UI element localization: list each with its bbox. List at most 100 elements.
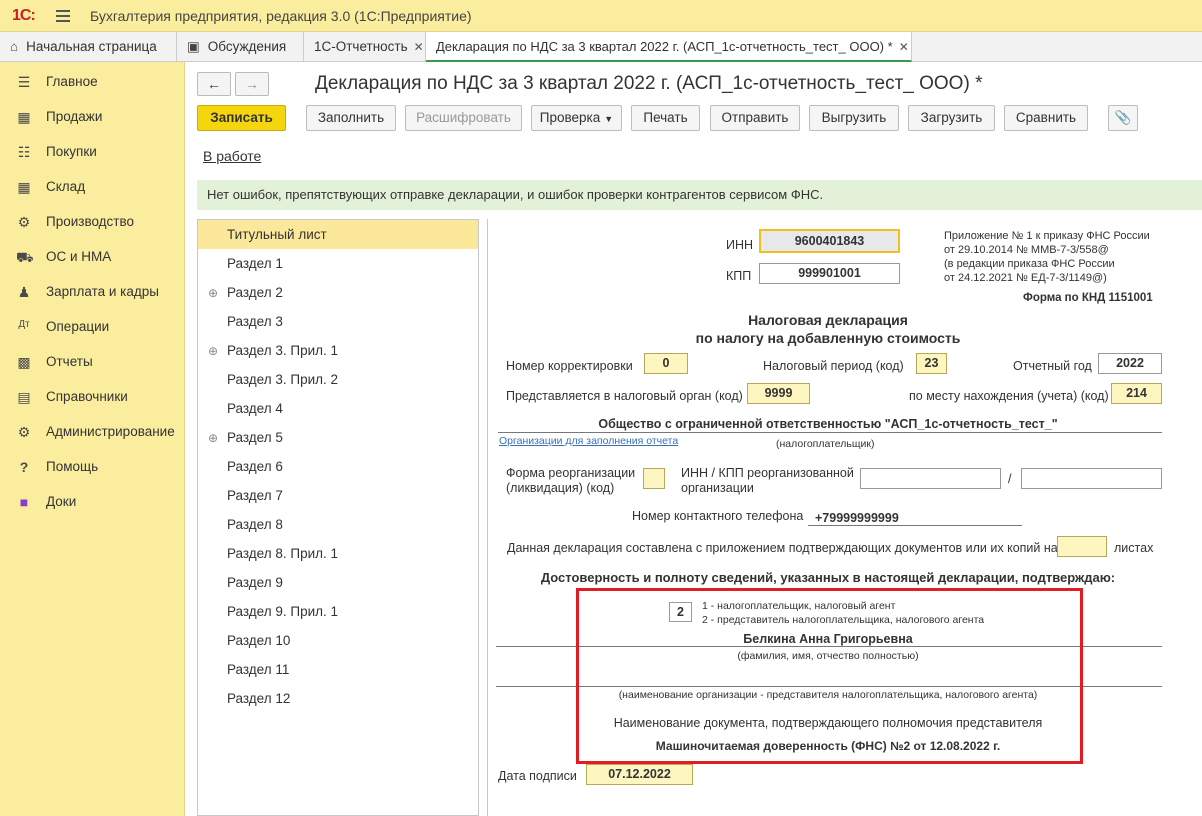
pages-field[interactable]: [1057, 536, 1107, 557]
heading-1: Налоговая декларация: [748, 312, 908, 328]
tree-item-label: Раздел 8: [227, 517, 283, 532]
sidebar-item-administration[interactable]: ⚙ Администрирование: [0, 424, 185, 459]
tree-item[interactable]: Раздел 3. Прил. 2: [198, 365, 478, 394]
slash-separator: /: [1008, 472, 1012, 486]
tree-item[interactable]: Раздел 9. Прил. 1: [198, 597, 478, 626]
bar-chart-icon: ▩: [17, 354, 31, 370]
tab-label: Декларация по НДС за 3 квартал 2022 г. (…: [436, 39, 893, 54]
reorg-inn-field[interactable]: [860, 468, 1001, 489]
sidebar-item-help[interactable]: ? Помощь: [0, 459, 185, 494]
tree-item-label: Раздел 4: [227, 401, 283, 416]
tree-item[interactable]: Раздел 9: [198, 568, 478, 597]
export-button[interactable]: Выгрузить: [809, 105, 899, 131]
attach-button[interactable]: 📎: [1108, 105, 1138, 131]
close-icon[interactable]: ✕: [899, 40, 909, 54]
warehouse-icon: ▦: [17, 179, 31, 195]
folder-icon: ■: [19, 494, 29, 510]
reorg-kpp-field[interactable]: [1021, 468, 1162, 489]
sidebar-item-production[interactable]: ⚙ Производство: [0, 214, 185, 249]
tree-item[interactable]: Титульный лист: [198, 220, 478, 249]
print-button[interactable]: Печать: [631, 105, 700, 131]
operations-icon: Дт: [18, 319, 30, 330]
tree-item[interactable]: Раздел 4: [198, 394, 478, 423]
check-button[interactable]: Проверка ▼: [531, 105, 622, 131]
correction-label: Номер корректировки: [506, 359, 633, 373]
sidebar-item-warehouse[interactable]: ▦ Склад: [0, 179, 185, 214]
tree-item[interactable]: ⊕ Раздел 3. Прил. 1: [198, 336, 478, 365]
reorg-label-1: Форма реорганизации: [506, 466, 636, 480]
forward-button[interactable]: →: [235, 72, 269, 96]
compare-button[interactable]: Сравнить: [1004, 105, 1088, 131]
sidebar-item-fixed-assets[interactable]: ⛟ ОС и НМА: [0, 249, 185, 284]
tree-item-label: Раздел 10: [227, 633, 291, 648]
sidebar-item-docs[interactable]: ■ Доки: [0, 494, 185, 529]
sidebar-item-label: Главное: [46, 74, 98, 89]
date-field[interactable]: 07.12.2022: [586, 764, 693, 785]
period-label: Налоговый период (код): [763, 359, 904, 373]
reorg-field[interactable]: [643, 468, 665, 489]
tree-item[interactable]: Раздел 11: [198, 655, 478, 684]
sidebar-item-label: Производство: [46, 214, 135, 229]
close-icon[interactable]: ✕: [414, 40, 424, 54]
fill-button[interactable]: Заполнить: [306, 105, 396, 131]
tree-item[interactable]: Раздел 1: [198, 249, 478, 278]
cart-icon: ☷: [17, 144, 31, 160]
expand-icon[interactable]: ⊕: [208, 344, 218, 358]
send-button[interactable]: Отправить: [710, 105, 800, 131]
sidebar-item-label: ОС и НМА: [46, 249, 112, 264]
tree-item[interactable]: Раздел 8: [198, 510, 478, 539]
divider: [808, 525, 1022, 526]
reorg-inn-label-1: ИНН / КПП реорганизованной: [681, 466, 854, 480]
tree-item[interactable]: Раздел 10: [198, 626, 478, 655]
tab-declaration[interactable]: Декларация по НДС за 3 квартал 2022 г. (…: [426, 32, 912, 62]
sidebar-item-purchases[interactable]: ☷ Покупки: [0, 144, 185, 179]
truck-icon: ⛟: [16, 249, 34, 265]
tab-discussions[interactable]: ▣ Обсуждения: [177, 32, 304, 62]
sidebar-item-directories[interactable]: ▤ Справочники: [0, 389, 185, 424]
tree-item[interactable]: Раздел 8. Прил. 1: [198, 539, 478, 568]
sidebar-item-main[interactable]: ☰ Главное: [0, 74, 185, 109]
inn-field[interactable]: 9600401843: [759, 229, 900, 253]
period-field[interactable]: 23: [916, 353, 947, 374]
tree-item[interactable]: ⊕ Раздел 5: [198, 423, 478, 452]
expand-icon[interactable]: ⊕: [208, 431, 218, 445]
reorg-inn-label-2: организации: [681, 481, 754, 495]
tax-organ-field[interactable]: 9999: [747, 383, 810, 404]
place-field[interactable]: 214: [1111, 383, 1162, 404]
sidebar-item-reports[interactable]: ▩ Отчеты: [0, 354, 185, 389]
correction-field[interactable]: 0: [644, 353, 688, 374]
place-label: по месту нахождения (учета) (код): [909, 389, 1109, 403]
chat-icon: ▣: [187, 39, 200, 54]
org-link[interactable]: Организации для заполнения отчета: [499, 435, 678, 447]
sidebar-item-operations[interactable]: Дт Операции: [0, 319, 185, 354]
back-button[interactable]: ←: [197, 72, 231, 96]
expand-icon[interactable]: ⊕: [208, 286, 218, 300]
tree-item-label: Раздел 3. Прил. 1: [227, 343, 339, 358]
main-menu-icon[interactable]: [56, 10, 70, 22]
year-field[interactable]: 2022: [1098, 353, 1162, 374]
tree-item[interactable]: Раздел 3: [198, 307, 478, 336]
sidebar-item-label: Помощь: [46, 459, 99, 474]
sidebar-item-salary[interactable]: ♟ Зарплата и кадры: [0, 284, 185, 319]
sidebar-item-label: Доки: [46, 494, 77, 509]
tree-item[interactable]: Раздел 6: [198, 452, 478, 481]
page-title: Декларация по НДС за 3 квартал 2022 г. (…: [315, 73, 983, 94]
appendix-line-2: от 29.10.2014 № ММВ-7-3/558@: [944, 244, 1109, 256]
kpp-field[interactable]: 999901001: [759, 263, 900, 284]
tab-label: Обсуждения: [207, 39, 287, 54]
tab-reporting[interactable]: 1С-Отчетность ✕: [304, 32, 426, 62]
status-link[interactable]: В работе: [203, 148, 261, 164]
tree-item[interactable]: Раздел 7: [198, 481, 478, 510]
tab-home[interactable]: ⌂ Начальная страница: [0, 32, 177, 62]
phone-field[interactable]: +79999999999: [815, 511, 899, 525]
tree-item[interactable]: Раздел 12: [198, 684, 478, 713]
import-button[interactable]: Загрузить: [908, 105, 995, 131]
tree-item[interactable]: ⊕ Раздел 2: [198, 278, 478, 307]
confirm-heading: Достоверность и полноту сведений, указан…: [540, 570, 1116, 585]
question-icon: ?: [19, 459, 29, 475]
decode-button[interactable]: Расшифровать: [405, 105, 522, 131]
date-label: Дата подписи: [498, 769, 577, 783]
sidebar-item-sales[interactable]: ▦ Продажи: [0, 109, 185, 144]
save-button[interactable]: Записать: [197, 105, 286, 131]
factory-icon: ⚙: [17, 214, 31, 230]
